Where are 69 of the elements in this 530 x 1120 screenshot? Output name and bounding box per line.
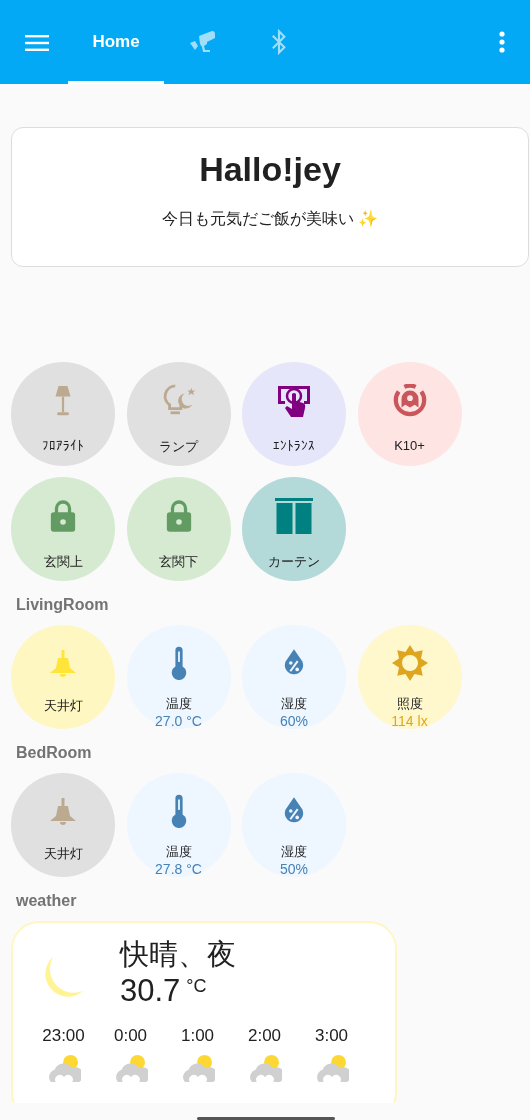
room-tile[interactable]: 温度 27.8 °C [126,773,231,877]
forecast-time: 23:00 [42,1026,85,1046]
room-tile[interactable]: 湿度 50% [242,773,346,877]
more-options-icon[interactable] [499,31,505,53]
room-tile[interactable]: 天井灯 [11,625,115,729]
greeting-message: 今日も元気だご飯が美味い ✨ [161,209,379,229]
device-tile[interactable]: カーテン [242,477,346,581]
tile-name: 温度 [165,843,192,861]
device-name: ｴﾝﾄﾗﾝｽ [273,438,315,453]
room-tile[interactable]: 照度 114 lx [357,625,462,729]
humidity-drop-icon [283,797,305,825]
humidity-drop-icon [283,649,305,677]
thermometer-icon [169,646,188,680]
partly-cloudy-icon [314,1054,349,1082]
ceiling-light-icon [49,798,77,826]
section-title: weather [16,891,78,911]
sensor-value: 114 lx [391,713,428,729]
bluetooth-icon [271,29,287,55]
thermometer-icon [169,794,188,828]
touch-screen-icon [276,384,312,418]
device-tile[interactable]: 玄関上 [11,477,115,581]
temperature-unit: °C [186,976,207,996]
section-title: BedRoom [16,743,93,763]
device-name: カーテン [268,553,320,571]
sensor-value: 27.8 °C [155,861,202,877]
tile-name: 温度 [165,695,192,713]
forecast-time: 0:00 [113,1026,148,1046]
partly-cloudy-icon [46,1054,81,1082]
device-tile[interactable]: 玄関下 [126,477,231,581]
greeting-title: Hallo!jey [199,150,341,189]
partly-cloudy-icon [247,1054,282,1082]
forecast-time: 3:00 [314,1026,349,1046]
device-tile[interactable]: ﾌﾛｱﾗｲﾄ [11,362,115,466]
ceiling-light-icon [49,650,77,678]
forecast-time: 1:00 [180,1026,215,1046]
device-name: 玄関上 [43,553,83,571]
curtain-icon [275,498,313,534]
device-tile[interactable]: K10+ [357,362,462,466]
temperature-value: 30.7 [120,973,181,1008]
padlock-icon [49,499,77,533]
room-tile[interactable]: 天井灯 [11,773,115,877]
sun-icon [391,645,428,681]
partly-cloudy-icon [180,1054,215,1082]
partly-cloudy-icon [113,1054,148,1082]
section-title: LivingRoom [16,595,110,615]
device-name: 玄関下 [159,553,198,571]
padlock-icon [164,499,193,533]
tile-name: 天井灯 [43,697,83,715]
tile-name: 照度 [396,695,423,713]
sensor-value: 50% [280,861,308,877]
tile-name: 湿度 [281,843,307,861]
device-name: ﾌﾛｱﾗｲﾄ [42,438,84,453]
device-tile[interactable]: ｴﾝﾄﾗﾝｽ [242,362,346,466]
tile-name: 天井灯 [43,845,83,863]
home-indicator[interactable] [197,1117,335,1120]
robot-vacuum-icon [392,384,427,418]
sensor-value: 60% [280,713,308,729]
sensor-value: 27.0 °C [155,713,202,729]
tile-name: 湿度 [281,695,307,713]
camera-icon [190,31,218,53]
device-name: ランプ [159,438,198,456]
menu-icon[interactable] [25,34,49,52]
room-tile[interactable]: 湿度 60% [242,625,346,729]
device-tile[interactable]: ランプ [126,362,231,466]
floor-lamp-icon [54,384,72,418]
forecast-time: 2:00 [247,1026,282,1046]
device-name: K10+ [394,438,425,453]
weather-condition: 快晴、夜 [120,937,236,972]
room-tile[interactable]: 温度 27.0 °C [126,625,231,729]
